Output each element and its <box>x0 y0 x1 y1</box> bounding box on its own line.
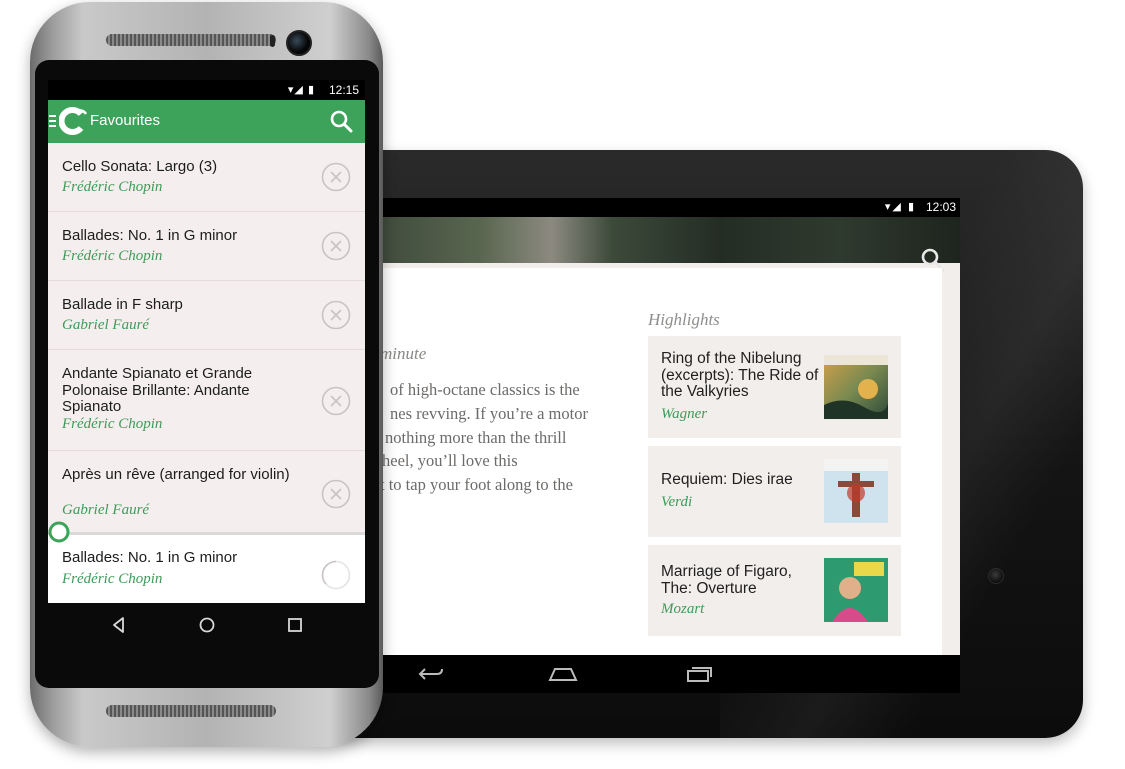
phone-status-bar: ▾◢ ▮ 12:15 <box>48 80 365 100</box>
search-icon[interactable] <box>329 109 354 134</box>
recents-icon[interactable] <box>684 664 714 684</box>
list-item[interactable]: Ballade in F sharp Gabriel Fauré <box>48 281 365 350</box>
article-text-line: nes revving. If you’re a motor <box>390 404 588 423</box>
highlight-card[interactable]: Ring of the Nibelung (excerpts): The Rid… <box>648 336 901 438</box>
app-bar: Favourites <box>48 100 365 143</box>
track-composer: Frédéric Chopin <box>62 179 163 195</box>
article-text-line: heel, you’ll love this <box>382 451 518 470</box>
track-title: Cello Sonata: Largo (3) <box>62 158 218 175</box>
remove-icon[interactable] <box>321 162 351 192</box>
list-item[interactable]: Andante Spianato et Grande Polonaise Bri… <box>48 350 365 451</box>
highlight-card[interactable]: Marriage of Figaro, The: Overture Mozart <box>648 545 901 636</box>
home-icon[interactable] <box>548 664 578 684</box>
album-art-wagner <box>824 355 888 419</box>
list-item[interactable]: Après un rêve (arranged for violin) Gabr… <box>48 451 365 533</box>
list-item[interactable]: Ballades: No. 1 in G minor Frédéric Chop… <box>48 212 365 281</box>
menu-icon[interactable] <box>49 113 57 129</box>
status-icons: ▾◢ ▮ <box>884 201 916 213</box>
tablet-nav-bar <box>360 655 960 693</box>
track-title: Ballade in F sharp <box>62 296 183 313</box>
track-title: Après un rêve (arranged for violin) <box>62 466 290 483</box>
article-subtitle: minute <box>380 344 427 363</box>
track-title: Andante Spianato et Grande Polonaise Bri… <box>62 365 253 415</box>
list-item[interactable]: Cello Sonata: Largo (3) Frédéric Chopin <box>48 143 365 212</box>
phone-screen: ▾◢ ▮ 12:15 Favourites Cello Sonata: Larg… <box>48 80 365 603</box>
highlights-heading: Highlights <box>648 310 720 329</box>
album-art-mozart <box>824 558 888 622</box>
status-time: 12:15 <box>328 83 359 97</box>
highlight-composer: Wagner <box>661 406 708 422</box>
status-time: 12:03 <box>925 200 956 214</box>
highlight-title: Marriage of Figaro, The: Overture <box>661 563 792 597</box>
app-logo-icon[interactable] <box>59 107 87 135</box>
home-icon[interactable] <box>197 615 217 635</box>
phone-nav-bar <box>48 603 365 646</box>
tablet-screen: ▾◢ ▮ 12:03 minute of high-octane classic… <box>360 198 960 693</box>
tablet-header-image <box>360 217 960 272</box>
remove-icon[interactable] <box>321 300 351 330</box>
highlight-composer: Verdi <box>661 494 693 510</box>
remove-icon[interactable] <box>321 386 351 416</box>
highlight-composer: Mozart <box>661 601 705 617</box>
tablet-status-bar: ▾◢ ▮ 12:03 <box>360 198 960 217</box>
status-icons: ▾◢ ▮ <box>287 84 315 96</box>
track-composer: Gabriel Fauré <box>62 502 150 518</box>
highlight-title: Ring of the Nibelung (excerpts): The Rid… <box>661 350 819 400</box>
recents-icon[interactable] <box>285 615 305 635</box>
track-composer: Frédéric Chopin <box>62 248 163 264</box>
phone-camera <box>286 30 312 56</box>
remove-icon[interactable] <box>321 231 351 261</box>
highlight-title: Requiem: Dies irae <box>661 471 793 488</box>
back-icon[interactable] <box>415 664 445 684</box>
track-composer: Gabriel Fauré <box>62 317 150 333</box>
phone-speaker-top <box>106 34 276 46</box>
back-icon[interactable] <box>109 615 129 635</box>
track-title: Ballades: No. 1 in G minor <box>62 549 238 566</box>
article-text-line: t to tap your foot along to the <box>380 475 573 494</box>
article-text-line: of high-octane classics is the <box>390 380 580 399</box>
remove-icon[interactable] <box>321 479 351 509</box>
list-item-dragging[interactable]: Ballades: No. 1 in G minor Frédéric Chop… <box>48 532 365 603</box>
article-card: minute of high-octane classics is the ne… <box>360 268 942 693</box>
tablet-camera <box>988 568 1004 584</box>
phone-sensor <box>270 35 275 47</box>
highlight-card[interactable]: Requiem: Dies irae Verdi <box>648 446 901 537</box>
phone-speaker-bottom <box>106 705 276 717</box>
track-composer: Frédéric Chopin <box>62 571 163 587</box>
track-composer: Frédéric Chopin <box>62 416 163 432</box>
loading-spinner-icon <box>321 560 351 590</box>
app-bar-title: Favourites <box>90 112 161 129</box>
article-text-line: nothing more than the thrill <box>385 428 567 447</box>
track-title: Ballades: No. 1 in G minor <box>62 227 238 244</box>
album-art-verdi <box>824 459 888 523</box>
drag-handle-icon[interactable] <box>48 520 72 544</box>
